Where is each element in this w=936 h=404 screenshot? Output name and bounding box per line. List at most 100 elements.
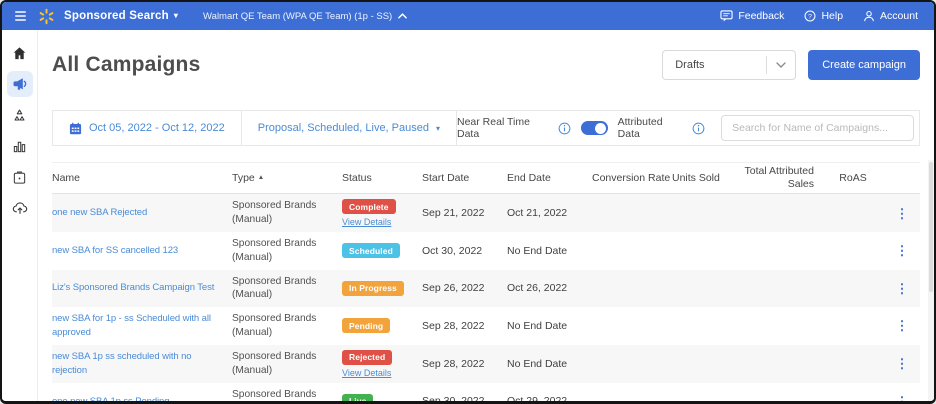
conversion-rate <box>592 396 672 401</box>
row-actions-kebab-icon[interactable]: ⋮ <box>892 277 920 300</box>
units-sold <box>672 321 737 331</box>
row-actions-kebab-icon[interactable]: ⋮ <box>892 314 920 337</box>
attributed-data-label: Attributed Data <box>617 116 663 140</box>
megaphone-icon <box>13 78 26 90</box>
status-badge: Rejected <box>342 349 393 365</box>
status-badge: Scheduled <box>342 243 400 259</box>
sidebar-item-home[interactable] <box>7 40 33 66</box>
sidebar-item-upload[interactable] <box>7 195 33 221</box>
units-sold <box>672 246 737 256</box>
account-icon <box>864 11 874 22</box>
end-date: No End Date <box>507 244 568 257</box>
campaign-name-link[interactable]: one new SBA 1p ss Pending <box>52 396 170 401</box>
status-badge: Complete <box>342 199 396 214</box>
main-content: All Campaigns Drafts Create campaign Oct… <box>38 30 934 401</box>
campaign-name-link[interactable]: new SBA for SS cancelled 123 <box>52 245 178 256</box>
conversion-rate <box>592 246 672 256</box>
campaign-name-link[interactable]: Liz's Sponsored Brands Campaign Test <box>52 282 214 293</box>
campaigns-table: Name Type ▲ Status Start Date End Date Co… <box>52 162 920 401</box>
view-details-link[interactable]: View Details <box>342 368 414 378</box>
conversion-rate <box>592 359 672 369</box>
table-row: new SBA for 1p - ss Scheduled with all a… <box>52 307 920 345</box>
end-date: Oct 26, 2022 <box>507 282 568 295</box>
drafts-dropdown[interactable]: Drafts <box>662 50 797 80</box>
topbar: Sponsored Search ▾ Walmart QE Team (WPA … <box>2 2 934 30</box>
help-label: Help <box>821 10 844 22</box>
campaign-type: Sponsored Brands (Manual) <box>232 313 317 338</box>
conversion-rate <box>592 321 672 331</box>
column-header-units-sold: Units Sold <box>672 172 720 184</box>
campaign-type: Sponsored Brands (Manual) <box>232 238 317 263</box>
start-date: Sep 28, 2022 <box>422 357 485 370</box>
clipboard-icon <box>13 171 26 184</box>
campaign-name-link[interactable]: one new SBA Rejected <box>52 207 147 218</box>
campaign-type: Sponsored Brands (Manual) <box>232 388 317 400</box>
total-attributed-sales <box>737 359 822 369</box>
total-attributed-sales <box>737 283 822 293</box>
campaign-type: Sponsored Brands (Manual) <box>232 200 317 225</box>
campaign-name-link[interactable]: new SBA 1p ss scheduled with no rejectio… <box>52 351 192 376</box>
units-sold <box>672 396 737 401</box>
feedback-button[interactable]: Feedback <box>720 10 784 22</box>
column-header-roas: RoAS <box>839 172 867 184</box>
help-button[interactable]: ? Help <box>804 10 843 22</box>
drafts-dropdown-value: Drafts <box>675 59 705 71</box>
chevron-down-icon: ▾ <box>173 11 179 20</box>
page-title: All Campaigns <box>52 53 201 76</box>
caret-down-icon: ▾ <box>435 123 440 133</box>
sidebar-item-reports[interactable] <box>7 133 33 159</box>
view-details-link[interactable]: View Details <box>342 217 414 227</box>
campaign-name-link[interactable]: new SBA for 1p - ss Scheduled with all a… <box>52 313 211 338</box>
product-switcher[interactable]: Sponsored Search ▾ <box>64 10 178 22</box>
page-header: All Campaigns Drafts Create campaign <box>38 30 934 80</box>
sidebar-item-tasks[interactable] <box>7 164 33 190</box>
product-name: Sponsored Search <box>64 10 169 22</box>
scrollbar-thumb[interactable] <box>929 162 933 292</box>
toggle-knob <box>595 122 607 134</box>
filter-bar: Oct 05, 2022 - Oct 12, 2022 Proposal, Sc… <box>52 110 920 146</box>
sidebar <box>2 30 38 401</box>
table-row: one new SBA Rejected Sponsored Brands (M… <box>52 194 920 232</box>
column-header-type[interactable]: Type ▲ <box>232 172 342 184</box>
table-header-row: Name Type ▲ Status Start Date End Date Co… <box>52 162 920 194</box>
roas <box>822 208 892 218</box>
column-header-end-date: End Date <box>507 172 551 184</box>
attributed-data-toggle[interactable] <box>581 121 608 135</box>
recycle-arrows-icon <box>14 109 25 121</box>
column-header-start-date: Start Date <box>422 172 470 184</box>
conversion-rate <box>592 208 672 218</box>
create-campaign-button[interactable]: Create campaign <box>808 50 920 80</box>
row-actions-kebab-icon[interactable]: ⋮ <box>892 390 920 401</box>
column-header-name: Name <box>52 172 81 184</box>
home-icon <box>13 46 26 59</box>
start-date: Sep 30, 2022 <box>422 390 507 401</box>
roas <box>822 359 892 369</box>
row-actions-kebab-icon[interactable]: ⋮ <box>892 239 920 262</box>
team-name: Walmart QE Team (WPA QE Team) (1p - SS) <box>203 10 393 22</box>
walmart-spark-icon <box>39 8 54 24</box>
hamburger-menu-icon[interactable] <box>12 8 29 24</box>
vertical-scrollbar[interactable] <box>928 160 934 401</box>
sidebar-item-cycle[interactable] <box>7 102 33 128</box>
row-actions-kebab-icon[interactable]: ⋮ <box>892 202 920 225</box>
roas <box>822 396 892 401</box>
sidebar-item-campaigns[interactable] <box>6 71 33 97</box>
status-filter-dropdown[interactable]: Proposal, Scheduled, Live, Paused ▾ <box>242 111 457 145</box>
team-selector[interactable]: Walmart QE Team (WPA QE Team) (1p - SS) <box>203 10 408 22</box>
info-icon[interactable] <box>692 122 705 135</box>
table-row: new SBA 1p ss scheduled with no rejectio… <box>52 344 920 383</box>
near-real-time-label: Near Real Time Data <box>457 116 530 140</box>
units-sold <box>672 208 737 218</box>
table-row: new SBA for SS cancelled 123 Sponsored B… <box>52 232 920 270</box>
date-range-picker[interactable]: Oct 05, 2022 - Oct 12, 2022 <box>53 111 242 145</box>
sort-asc-icon: ▲ <box>257 174 265 181</box>
cloud-upload-icon <box>12 202 27 215</box>
row-actions-kebab-icon[interactable]: ⋮ <box>892 352 920 375</box>
svg-text:?: ? <box>809 14 813 21</box>
campaign-search-input[interactable] <box>721 115 914 141</box>
start-date: Sep 26, 2022 <box>422 282 485 295</box>
info-icon[interactable] <box>558 122 571 135</box>
topbar-right: Feedback ? Help Account <box>720 10 918 22</box>
account-button[interactable]: Account <box>863 10 918 22</box>
chevron-up-icon <box>398 13 408 19</box>
